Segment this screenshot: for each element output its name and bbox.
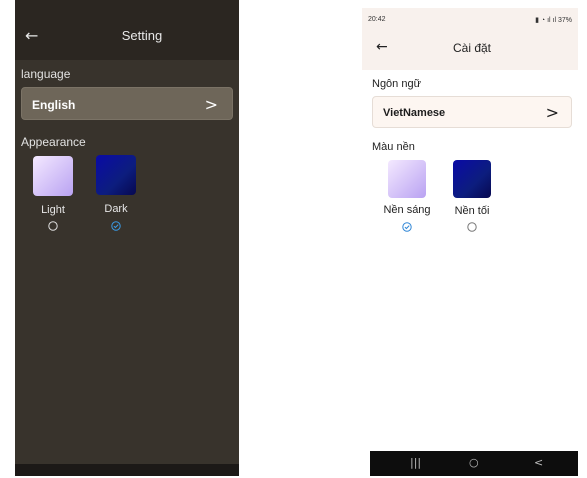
dark-theme-radio-selected[interactable] — [111, 221, 121, 231]
status-time: 20:42 — [368, 16, 386, 23]
status-battery: ▮ ◔ ıl ıl 37% — [535, 16, 572, 24]
dark-theme-swatch[interactable] — [453, 160, 491, 198]
light-theme-label: Light — [41, 204, 65, 216]
appearance-section-label: Màu nền — [372, 141, 415, 153]
light-theme-radio[interactable] — [48, 221, 58, 231]
recents-button[interactable]: ||| — [410, 457, 421, 469]
dark-theme-label: Nền tối — [454, 205, 490, 217]
light-theme-swatch[interactable] — [33, 156, 73, 196]
page-title: Setting — [121, 28, 163, 43]
system-nav-bar: ||| ○ < — [370, 451, 578, 476]
light-theme-label: Nền sáng — [383, 204, 431, 216]
system-nav-bar — [15, 464, 239, 476]
selected-language: VietNamese — [383, 107, 446, 119]
language-selector-button[interactable]: English > — [21, 87, 233, 120]
language-section-label: language — [21, 67, 71, 81]
language-section-label: Ngôn ngữ — [372, 78, 421, 90]
app-bar: 20:42 ▮ ◔ ıl ıl 37% ← Cài đặt — [362, 8, 578, 70]
appearance-section-label: Appearance — [21, 135, 86, 149]
chevron-right-icon: > — [204, 95, 218, 114]
dark-theme-swatch[interactable] — [96, 155, 136, 195]
app-bar: ← Setting — [15, 0, 239, 60]
home-button[interactable]: ○ — [469, 457, 479, 469]
signal-icon: ▮ ◔ ıl ıl — [535, 17, 558, 24]
battery-percent: 37% — [557, 17, 572, 24]
page-title: Cài đặt — [452, 41, 492, 55]
light-theme-swatch[interactable] — [388, 160, 426, 198]
language-selector-button[interactable]: VietNamese > — [372, 96, 572, 128]
dark-settings-screen: ← Setting language English > Appearance … — [15, 0, 239, 476]
selected-language: English — [32, 98, 76, 112]
light-settings-screen: 20:42 ▮ ◔ ıl ıl 37% ← Cài đặt Ngôn ngữ V… — [362, 8, 578, 476]
chevron-right-icon: > — [545, 103, 559, 122]
dark-theme-label: Dark — [104, 203, 128, 215]
dark-theme-radio[interactable] — [467, 222, 477, 232]
light-theme-radio-selected[interactable] — [402, 222, 412, 232]
back-button[interactable]: < — [534, 457, 543, 469]
